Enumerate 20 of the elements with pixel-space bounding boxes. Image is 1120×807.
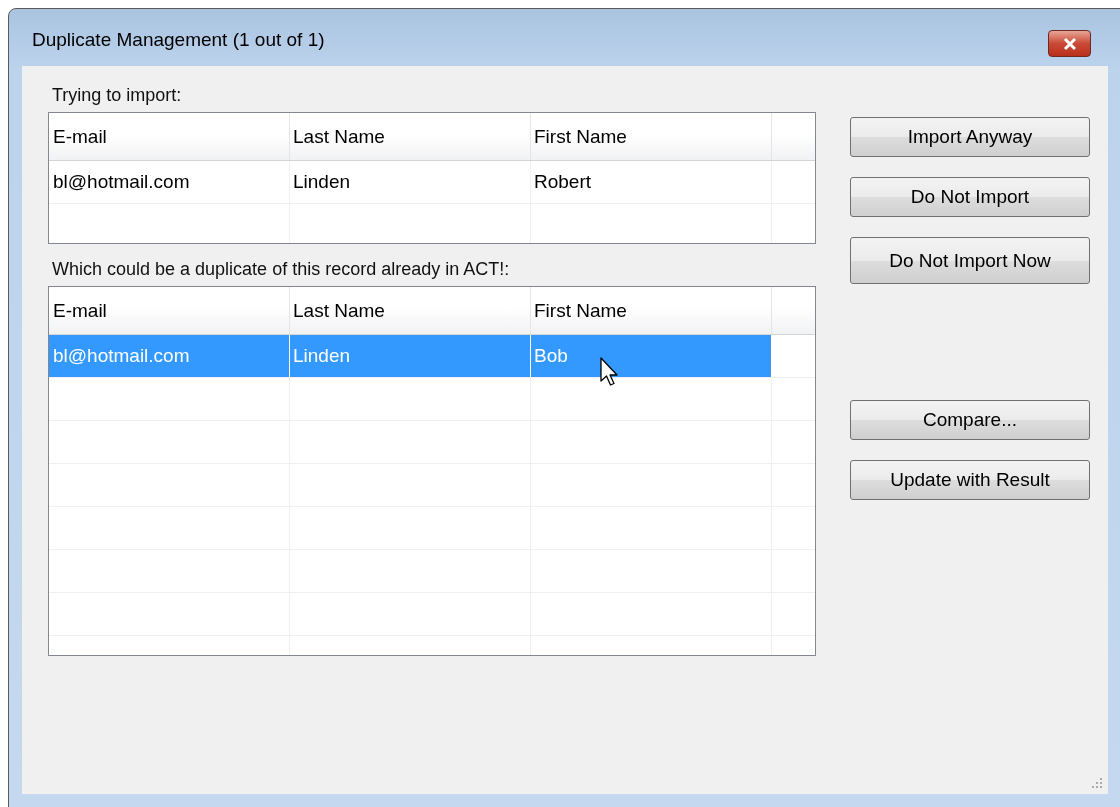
close-button[interactable] [1048,30,1091,57]
resize-grip-icon [1090,776,1104,790]
column-header[interactable]: First Name [531,113,772,160]
column-header[interactable]: E-mail [49,113,290,160]
section-label: Trying to import: [52,84,183,106]
dialog-button[interactable]: Import Anyway [850,117,1090,157]
dialog-button[interactable]: Update with Result [850,460,1090,500]
section-label: Which could be a duplicate of this record already in ACT!: [52,258,511,280]
table-cell[interactable]: bl@hotmail.com [49,161,290,203]
dialog-button[interactable]: Do Not Import Now [850,237,1090,284]
column-header[interactable]: First Name [531,287,772,334]
table-cell[interactable]: Linden [290,161,531,203]
column-header[interactable]: Last Name [290,287,531,334]
close-icon [1061,36,1078,51]
table-cell[interactable]: Robert [531,161,772,203]
column-header[interactable]: E-mail [49,287,290,334]
dialog-button[interactable]: Do Not Import [850,177,1090,217]
dialog-button[interactable]: Compare... [850,400,1090,440]
column-header[interactable]: Last Name [290,113,531,160]
window-title: Duplicate Management (1 out of 1) [32,28,325,51]
